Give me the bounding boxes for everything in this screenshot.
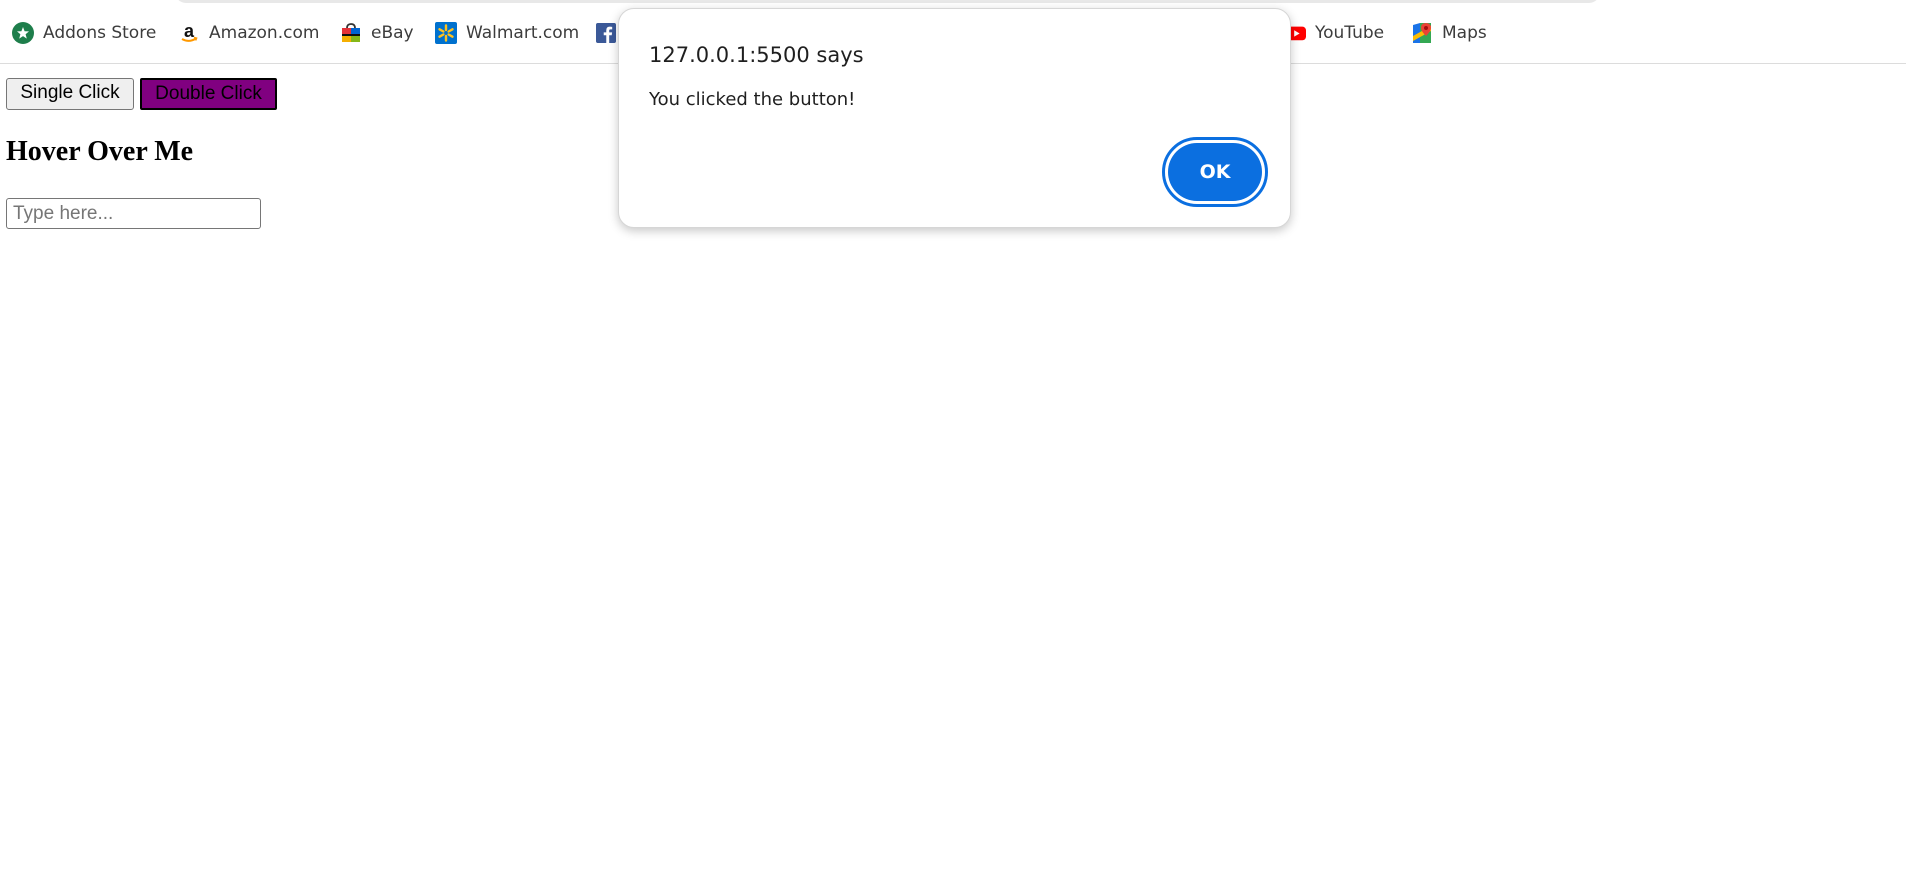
walmart-icon — [435, 22, 457, 44]
alert-dialog: 127.0.0.1:5500 says You clicked the butt… — [618, 8, 1291, 228]
hover-over-me-heading[interactable]: Hover Over Me — [6, 136, 193, 168]
dialog-message: You clicked the button! — [649, 89, 856, 110]
svg-text:a: a — [184, 22, 195, 41]
bookmark-label: YouTube — [1315, 23, 1385, 43]
addons-store-icon — [12, 22, 34, 44]
bookmark-ebay[interactable]: eBay — [340, 20, 414, 46]
bookmark-amazon[interactable]: a Amazon.com — [178, 20, 319, 46]
ok-button[interactable]: OK — [1168, 143, 1262, 201]
bookmark-youtube[interactable]: YouTube — [1286, 20, 1384, 46]
bookmark-addons-store[interactable]: Addons Store — [12, 20, 156, 46]
ebay-icon — [340, 22, 362, 44]
ok-button-focus-ring: OK — [1162, 137, 1268, 207]
tab-strip-edge — [175, 0, 1600, 3]
amazon-icon: a — [178, 22, 200, 44]
bookmark-label: Maps — [1442, 23, 1487, 43]
bookmark-walmart[interactable]: Walmart.com — [435, 20, 579, 46]
facebook-icon — [596, 22, 616, 44]
bookmark-label: Walmart.com — [466, 23, 580, 43]
bookmark-label: Addons Store — [43, 23, 157, 43]
double-click-button[interactable]: Double Click — [140, 78, 277, 110]
bookmark-label: Amazon.com — [209, 23, 320, 43]
single-click-button[interactable]: Single Click — [6, 78, 134, 110]
dialog-title: 127.0.0.1:5500 says — [649, 43, 864, 67]
maps-icon — [1411, 22, 1433, 44]
bookmark-label: eBay — [371, 23, 414, 43]
type-here-input[interactable] — [6, 198, 261, 229]
bookmark-maps[interactable]: Maps — [1411, 20, 1487, 46]
